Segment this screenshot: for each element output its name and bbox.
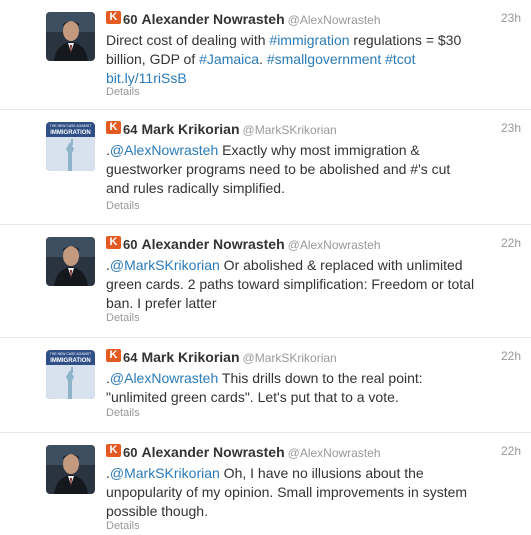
tweet-item[interactable]: K 60 Alexander Nowrasteh @AlexNowrasteh 22h… xyxy=(0,225,531,338)
author-name[interactable]: Alexander Nowrasteh xyxy=(141,444,284,460)
book-cover-caption: THE NEW CASE AGAINST xyxy=(50,352,91,356)
tweet-item[interactable]: THE NEW CASE AGAINST IMMIGRATION K 64 Mark … xyxy=(0,110,531,225)
mention-link[interactable]: @AlexNowrasteh xyxy=(110,370,218,386)
klout-icon: K xyxy=(106,349,121,363)
tweet-timeline: K 60 Alexander Nowrasteh @AlexNowrasteh 23h… xyxy=(0,0,531,535)
klout-icon: K xyxy=(106,444,121,458)
hashtag-link[interactable]: #smallgovernment xyxy=(267,51,381,67)
klout-score: 60 xyxy=(123,237,138,252)
author-name[interactable]: Alexander Nowrasteh xyxy=(141,236,284,252)
tweet-timestamp[interactable]: 23h xyxy=(501,121,521,135)
author-handle[interactable]: @AlexNowrasteh xyxy=(288,238,381,252)
author-name[interactable]: Mark Krikorian xyxy=(141,121,239,137)
book-cover-avatar[interactable]: THE NEW CASE AGAINST IMMIGRATION xyxy=(46,350,95,399)
man-portrait-avatar[interactable] xyxy=(46,237,95,286)
book-cover-avatar[interactable]: THE NEW CASE AGAINST IMMIGRATION xyxy=(46,122,95,171)
man-portrait-avatar[interactable] xyxy=(46,445,95,494)
tweet-timestamp[interactable]: 23h xyxy=(501,11,521,25)
tweet-timestamp[interactable]: 22h xyxy=(501,444,521,458)
book-cover-caption: THE NEW CASE AGAINST xyxy=(50,124,91,128)
klout-score: 64 xyxy=(123,350,138,365)
mention-link[interactable]: @AlexNowrasteh xyxy=(110,142,218,158)
hashtag-link[interactable]: #Jamaica xyxy=(199,51,259,67)
tweet-text: .@AlexNowrasteh Exactly why most immigra… xyxy=(106,141,476,198)
tweet-text: .@AlexNowrasteh This drills down to the … xyxy=(106,369,476,407)
url-link[interactable]: bit.ly/11riSsB xyxy=(106,70,187,86)
details-link[interactable]: Details xyxy=(106,86,140,98)
author-name[interactable]: Mark Krikorian xyxy=(141,349,239,365)
book-cover-title: IMMIGRATION xyxy=(50,130,91,136)
tweet-text: Direct cost of dealing with #immigration… xyxy=(106,31,476,88)
hashtag-link[interactable]: #immigration xyxy=(269,32,349,48)
details-link[interactable]: Details xyxy=(106,407,140,419)
details-link[interactable]: Details xyxy=(106,520,140,532)
tweet-timestamp[interactable]: 22h xyxy=(501,236,521,250)
tweet-timestamp[interactable]: 22h xyxy=(501,349,521,363)
klout-score: 64 xyxy=(123,122,138,137)
author-handle[interactable]: @MarkSKrikorian xyxy=(243,351,337,365)
details-link[interactable]: Details xyxy=(106,200,140,212)
mention-link[interactable]: @MarkSKrikorian xyxy=(110,257,220,273)
book-cover-title: IMMIGRATION xyxy=(50,358,91,364)
author-handle[interactable]: @AlexNowrasteh xyxy=(288,446,381,460)
author-handle[interactable]: @AlexNowrasteh xyxy=(288,13,381,27)
tweet-item[interactable]: K 60 Alexander Nowrasteh @AlexNowrasteh 22h… xyxy=(0,433,531,535)
man-portrait-avatar[interactable] xyxy=(46,12,95,61)
tweet-text: .@MarkSKrikorian Oh, I have no illusions… xyxy=(106,464,476,521)
tweet-text-segment: Direct cost of dealing with xyxy=(106,32,270,48)
tweet-item[interactable]: THE NEW CASE AGAINST IMMIGRATION K 64 Mark … xyxy=(0,338,531,433)
klout-icon: K xyxy=(106,11,121,25)
author-name[interactable]: Alexander Nowrasteh xyxy=(141,11,284,27)
author-handle[interactable]: @MarkSKrikorian xyxy=(243,123,337,137)
klout-score: 60 xyxy=(123,445,138,460)
details-link[interactable]: Details xyxy=(106,312,140,324)
klout-icon: K xyxy=(106,236,121,250)
mention-link[interactable]: @MarkSKrikorian xyxy=(110,465,220,481)
hashtag-link[interactable]: #tcot xyxy=(385,51,415,67)
tweet-text-segment: . xyxy=(259,51,267,67)
tweet-item[interactable]: K 60 Alexander Nowrasteh @AlexNowrasteh 23h… xyxy=(0,0,531,110)
klout-icon: K xyxy=(106,121,121,135)
klout-score: 60 xyxy=(123,12,138,27)
tweet-text: .@MarkSKrikorian Or abolished & replaced… xyxy=(106,256,476,313)
